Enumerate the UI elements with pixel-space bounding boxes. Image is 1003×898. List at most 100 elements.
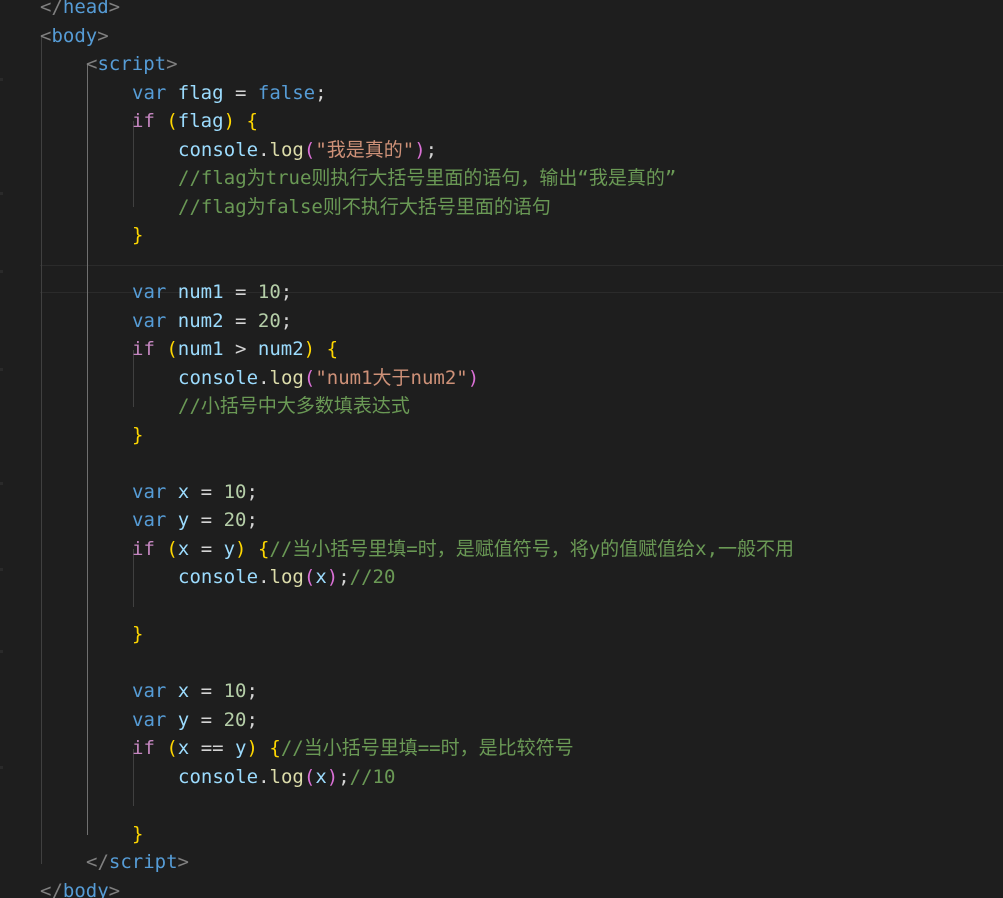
code-line[interactable]: console.log("num1大于num2") — [178, 364, 479, 393]
code-token: 20 — [223, 708, 247, 731]
code-token: </ — [40, 0, 63, 18]
code-token: if — [132, 737, 155, 759]
code-line[interactable]: console.log(x);//10 — [178, 763, 395, 792]
code-line[interactable]: var y = 20; — [132, 706, 258, 735]
code-token: ) — [303, 338, 316, 360]
code-token: } — [132, 623, 144, 645]
code-token: 20 — [223, 509, 247, 531]
code-line[interactable]: if (x == y) {//当小括号里填==时，是比较符号 — [132, 734, 574, 763]
code-token: < — [86, 53, 98, 75]
code-token: num2 — [257, 338, 304, 360]
code-token: . — [258, 765, 270, 788]
gutter-mark — [0, 270, 3, 273]
code-token: > — [108, 879, 121, 898]
code-line[interactable]: } — [132, 421, 143, 450]
code-line[interactable]: if (num1 > num2) { — [132, 335, 338, 364]
code-token: ) — [246, 737, 258, 759]
code-token: //当小括号里填==时，是比较符号 — [280, 737, 574, 759]
code-token: flag — [177, 110, 224, 132]
code-line[interactable]: //flag为true则执行大括号里面的语句，输出“我是真的” — [178, 164, 676, 193]
code-token: //flag为true则执行大括号里面的语句，输出“我是真的” — [178, 167, 677, 189]
code-token: ( — [166, 537, 178, 560]
code-token: y — [177, 708, 190, 731]
code-token: ) — [467, 366, 480, 389]
code-line[interactable]: var x = 10; — [132, 478, 258, 507]
gutter-mark — [0, 368, 3, 371]
code-token: == — [189, 737, 236, 759]
code-token: log — [269, 765, 304, 788]
code-token: num2 — [177, 309, 224, 332]
code-token: //flag为false则不执行大括号里面的语句 — [178, 195, 551, 218]
code-token: ; — [246, 509, 258, 531]
code-line[interactable]: var num1 = 10; — [132, 278, 292, 307]
indent-guide — [87, 64, 88, 835]
code-line[interactable]: <script> — [86, 50, 178, 79]
code-line[interactable]: var num2 = 20; — [132, 307, 292, 336]
code-token: log — [269, 366, 304, 389]
code-line[interactable]: </body> — [40, 877, 120, 898]
code-token: 20 — [257, 309, 281, 332]
code-token: if — [132, 110, 155, 132]
code-token: flag — [177, 81, 224, 104]
code-token: y — [177, 509, 190, 531]
code-token: "num1大于num2" — [315, 366, 468, 389]
code-line[interactable]: } — [132, 620, 143, 649]
code-line[interactable]: if (x = y) {//当小括号里填=时，是赋值符号，将y的值赋值给x,一般… — [132, 535, 794, 564]
code-token: ; — [246, 480, 258, 503]
code-line[interactable]: </head> — [40, 0, 120, 22]
code-token: script — [97, 53, 167, 75]
code-token: x — [177, 480, 190, 503]
code-token: //小括号中大多数填表达式 — [178, 395, 410, 417]
code-token: ; — [246, 680, 258, 702]
code-token: var — [132, 81, 167, 104]
code-line[interactable]: //小括号中大多数填表达式 — [178, 392, 410, 421]
code-token: { — [269, 737, 281, 759]
code-line[interactable]: if (flag) { — [132, 107, 258, 136]
code-line[interactable]: var y = 20; — [132, 506, 258, 535]
code-line[interactable]: //flag为false则不执行大括号里面的语句 — [178, 193, 551, 222]
code-token: = — [189, 480, 224, 503]
code-token: ; — [315, 81, 327, 104]
code-token: log — [269, 138, 304, 161]
code-token: y — [235, 737, 247, 759]
code-token: { — [246, 110, 258, 132]
code-token: > — [177, 851, 189, 873]
code-line[interactable]: console.log("我是真的"); — [178, 136, 437, 165]
code-token: ; — [280, 309, 293, 332]
code-token: . — [258, 566, 270, 588]
code-token: ; — [246, 708, 258, 731]
code-token: console — [178, 566, 259, 588]
code-line[interactable]: </script> — [86, 848, 189, 877]
code-token: script — [108, 851, 178, 873]
code-line[interactable]: <body> — [40, 22, 109, 51]
code-line[interactable]: var x = 10; — [132, 677, 258, 706]
code-token: < — [40, 24, 52, 47]
code-line[interactable]: console.log(x);//20 — [178, 563, 395, 592]
code-line[interactable]: var flag = false; — [132, 79, 327, 108]
code-token: if — [132, 537, 155, 560]
code-token: var — [132, 708, 167, 731]
code-line[interactable]: } — [132, 221, 143, 250]
code-token: var — [132, 281, 167, 303]
code-editor[interactable]: </head> <body> <script> var flag = false; if… — [0, 0, 1003, 898]
code-line[interactable]: } — [132, 820, 143, 849]
gutter-mark — [0, 482, 3, 485]
code-token: ; — [338, 765, 350, 788]
gutter-mark — [0, 766, 3, 769]
gutter-mark — [0, 568, 3, 571]
gutter-mark — [0, 650, 3, 653]
code-token: var — [132, 509, 167, 531]
code-token: . — [258, 138, 270, 161]
code-token: } — [132, 224, 144, 246]
